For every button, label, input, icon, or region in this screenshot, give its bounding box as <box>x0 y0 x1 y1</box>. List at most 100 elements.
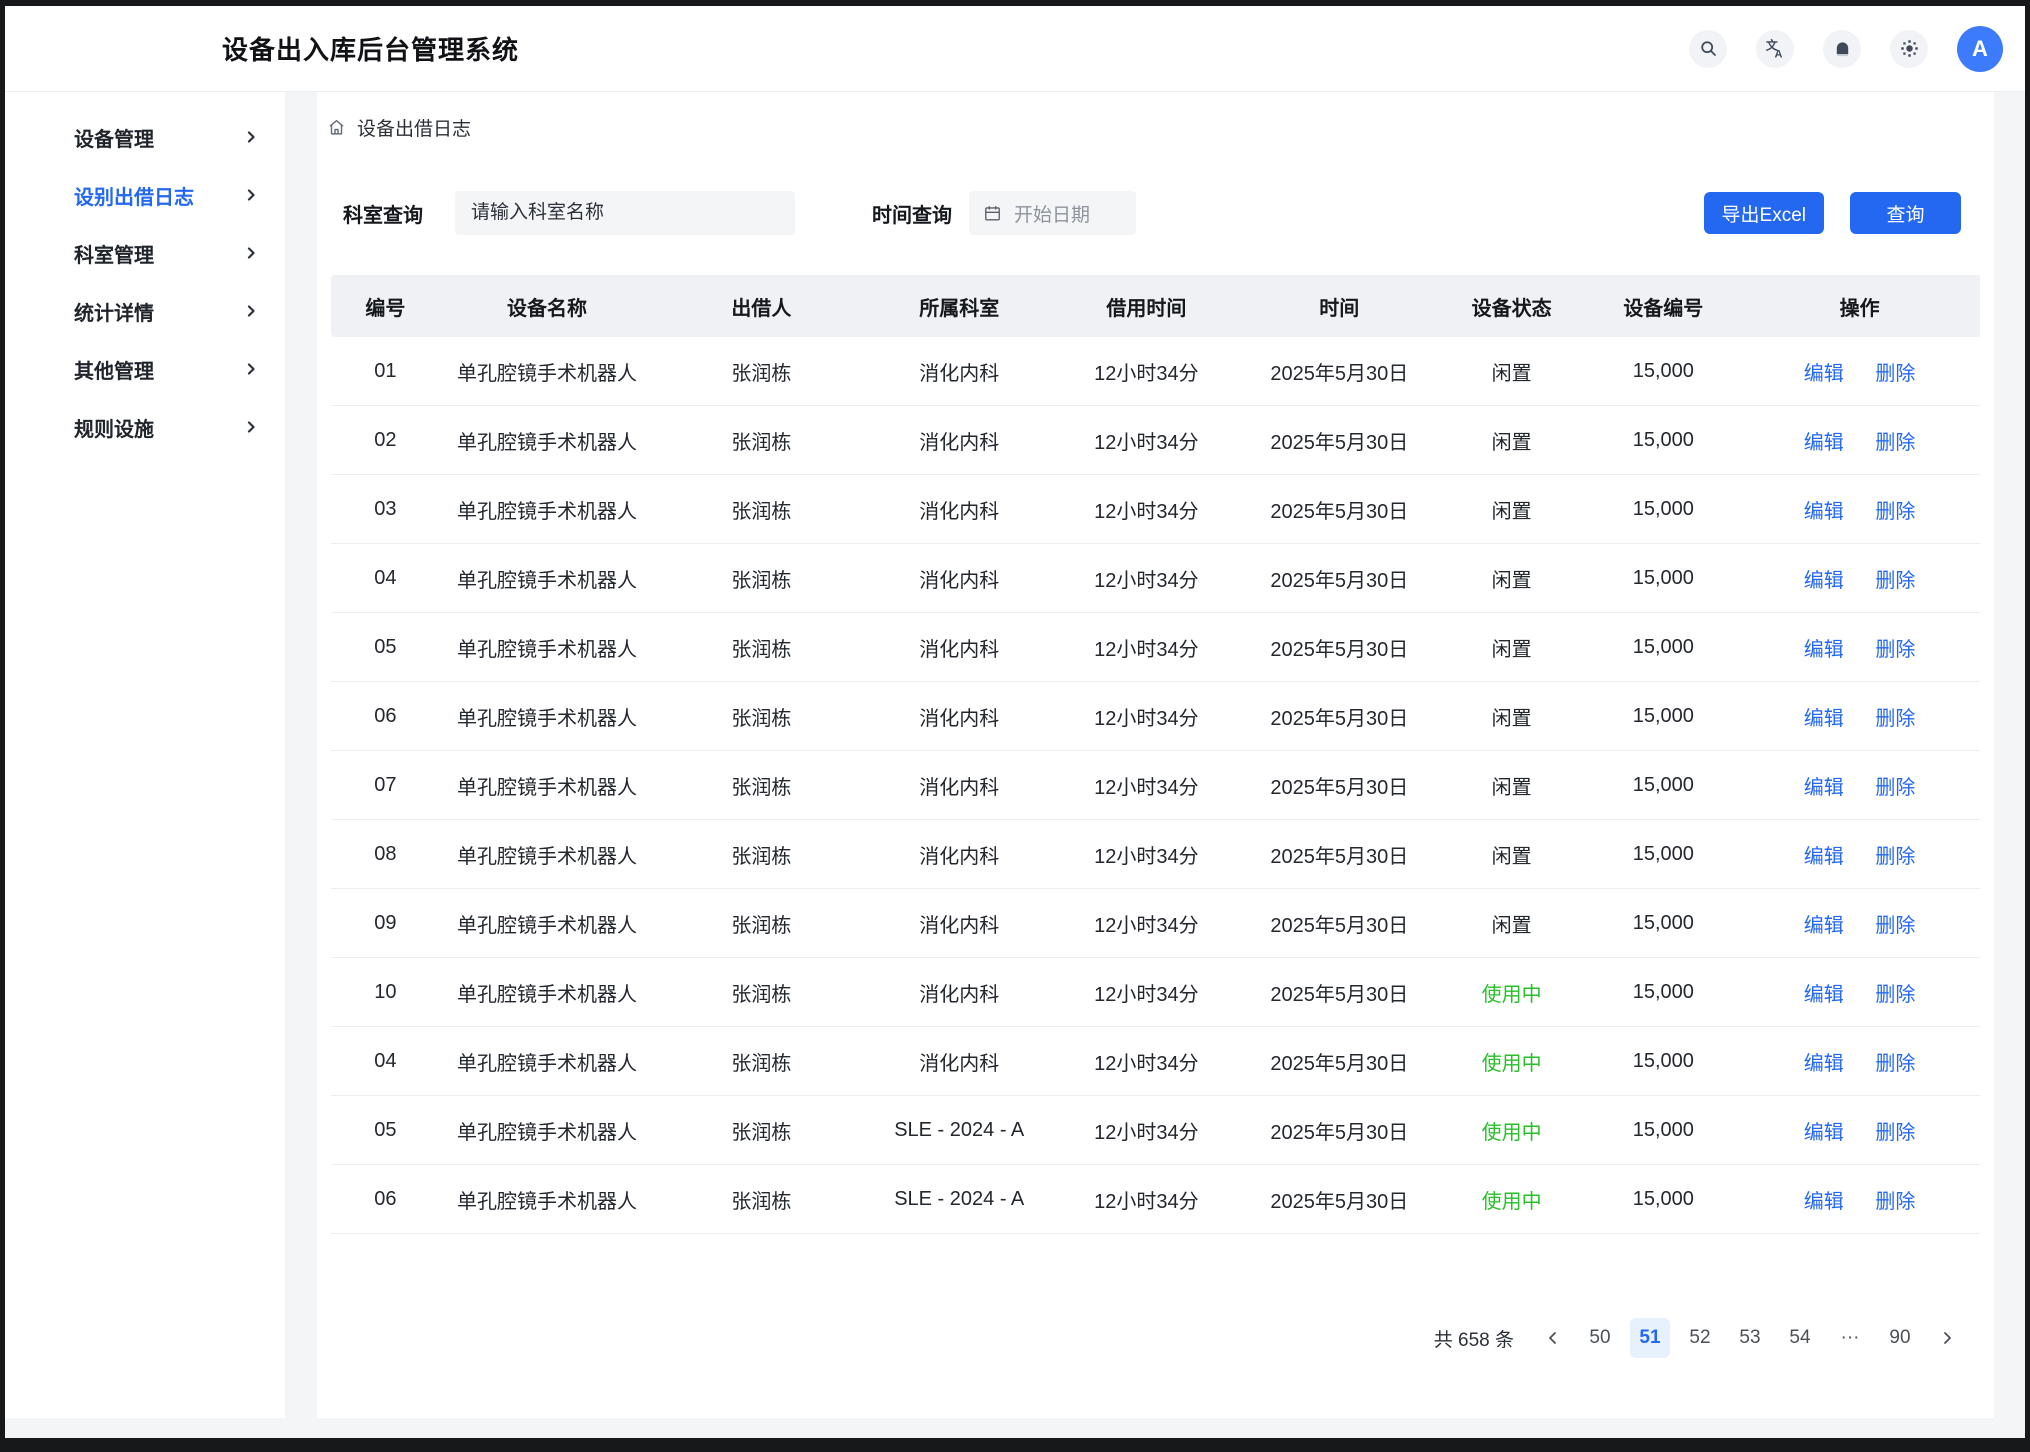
page-button[interactable]: 54 <box>1780 1318 1820 1358</box>
sidebar-item[interactable]: 其他管理 <box>5 347 258 391</box>
svg-text:A: A <box>1775 48 1783 59</box>
edit-link[interactable]: 编辑 <box>1804 1053 1844 1075</box>
chevron-right-icon <box>244 420 258 434</box>
cell-borrower: 张润栋 <box>654 1027 868 1096</box>
column-header: 操作 <box>1739 275 1980 337</box>
main-layout: 设备管理 设别出借日志 科室管理 统计详情 <box>5 92 2025 1438</box>
cell-duration: 12小时34分 <box>1050 820 1243 889</box>
page-button[interactable]: 50 <box>1580 1318 1620 1358</box>
notifications-icon <box>1832 38 1853 59</box>
sidebar-item[interactable]: 设备管理 <box>5 115 258 159</box>
cell-duration: 12小时34分 <box>1050 1027 1243 1096</box>
cell-dept: 消化内科 <box>869 889 1050 958</box>
translate-button[interactable]: 文A <box>1756 30 1794 68</box>
page-button[interactable]: 90 <box>1880 1318 1920 1358</box>
table-body: 01 单孔腔镜手术机器人 张润栋 消化内科 12小时34分 2025年5月30日… <box>331 337 1980 1234</box>
edit-link[interactable]: 编辑 <box>1804 777 1844 799</box>
breadcrumb-label: 设备出借日志 <box>357 114 471 141</box>
cell-code: 15,000 <box>1587 889 1739 958</box>
avatar[interactable]: A <box>1957 26 2003 72</box>
delete-link[interactable]: 删除 <box>1875 639 1915 661</box>
cell-date: 2025年5月30日 <box>1243 682 1436 751</box>
delete-link[interactable]: 删除 <box>1875 432 1915 454</box>
edit-link[interactable]: 编辑 <box>1804 639 1844 661</box>
theme-icon <box>1899 38 1920 59</box>
cell-dept: 消化内科 <box>869 337 1050 406</box>
query-button[interactable]: 查询 <box>1850 192 1961 234</box>
edit-link[interactable]: 编辑 <box>1804 570 1844 592</box>
top-bar: 设备出入库后台管理系统 文A <box>5 6 2025 92</box>
cell-duration: 12小时34分 <box>1050 544 1243 613</box>
cell-code: 15,000 <box>1587 1096 1739 1165</box>
prev-page-button[interactable] <box>1536 1320 1570 1356</box>
cell-status: 闲置 <box>1436 544 1588 613</box>
cell-borrower: 张润栋 <box>654 544 868 613</box>
cell-device: 单孔腔镜手术机器人 <box>440 613 654 682</box>
delete-link[interactable]: 删除 <box>1875 846 1915 868</box>
chevron-right-icon <box>244 246 258 260</box>
edit-link[interactable]: 编辑 <box>1804 1191 1844 1213</box>
edit-link[interactable]: 编辑 <box>1804 915 1844 937</box>
column-header: 借用时间 <box>1050 275 1243 337</box>
column-header: 编号 <box>331 275 440 337</box>
cell-device: 单孔腔镜手术机器人 <box>440 820 654 889</box>
sidebar-item[interactable]: 统计详情 <box>5 289 258 333</box>
cell-actions: 编辑 删除 <box>1739 475 1980 544</box>
page-button[interactable]: 52 <box>1680 1318 1720 1358</box>
cell-device: 单孔腔镜手术机器人 <box>440 1027 654 1096</box>
delete-link[interactable]: 删除 <box>1875 363 1915 385</box>
filter-bar: 科室查询 时间查询 开始日期 导出Excel 查询 <box>343 191 1961 235</box>
cell-date: 2025年5月30日 <box>1243 406 1436 475</box>
cell-duration: 12小时34分 <box>1050 406 1243 475</box>
cell-code: 15,000 <box>1587 613 1739 682</box>
delete-link[interactable]: 删除 <box>1875 1122 1915 1144</box>
table-row: 06 单孔腔镜手术机器人 张润栋 消化内科 12小时34分 2025年5月30日… <box>331 682 1980 751</box>
sidebar-item[interactable]: 科室管理 <box>5 231 258 275</box>
app-window: 设备出入库后台管理系统 文A <box>5 6 2025 1438</box>
page-button[interactable]: 53 <box>1730 1318 1770 1358</box>
export-excel-button[interactable]: 导出Excel <box>1704 192 1824 234</box>
search-button[interactable] <box>1689 30 1727 68</box>
edit-link[interactable]: 编辑 <box>1804 363 1844 385</box>
cell-status: 闲置 <box>1436 337 1588 406</box>
delete-link[interactable]: 删除 <box>1875 570 1915 592</box>
chevron-right-icon <box>244 188 258 202</box>
sidebar-item[interactable]: 规则设施 <box>5 405 258 449</box>
theme-button[interactable] <box>1890 30 1928 68</box>
breadcrumb[interactable]: 设备出借日志 <box>317 92 471 141</box>
edit-link[interactable]: 编辑 <box>1804 984 1844 1006</box>
cell-borrower: 张润栋 <box>654 406 868 475</box>
cell-device: 单孔腔镜手术机器人 <box>440 406 654 475</box>
delete-link[interactable]: 删除 <box>1875 501 1915 523</box>
edit-link[interactable]: 编辑 <box>1804 1122 1844 1144</box>
delete-link[interactable]: 删除 <box>1875 915 1915 937</box>
delete-link[interactable]: 删除 <box>1875 708 1915 730</box>
delete-link[interactable]: 删除 <box>1875 984 1915 1006</box>
notifications-button[interactable] <box>1823 30 1861 68</box>
page-button[interactable]: ··· <box>1830 1318 1870 1358</box>
table-row: 07 单孔腔镜手术机器人 张润栋 消化内科 12小时34分 2025年5月30日… <box>331 751 1980 820</box>
cell-code: 15,000 <box>1587 751 1739 820</box>
start-date-picker[interactable]: 开始日期 <box>969 191 1136 235</box>
date-placeholder: 开始日期 <box>1014 200 1090 227</box>
delete-link[interactable]: 删除 <box>1875 1191 1915 1213</box>
sidebar-item[interactable]: 设别出借日志 <box>5 173 258 217</box>
page-button[interactable]: 51 <box>1630 1318 1670 1358</box>
dept-search-input[interactable] <box>455 191 795 235</box>
cell-borrower: 张润栋 <box>654 337 868 406</box>
time-filter-label: 时间查询 <box>872 199 952 228</box>
delete-link[interactable]: 删除 <box>1875 1053 1915 1075</box>
cell-duration: 12小时34分 <box>1050 682 1243 751</box>
edit-link[interactable]: 编辑 <box>1804 846 1844 868</box>
next-page-button[interactable] <box>1930 1320 1964 1356</box>
table-row: 04 单孔腔镜手术机器人 张润栋 消化内科 12小时34分 2025年5月30日… <box>331 544 1980 613</box>
edit-link[interactable]: 编辑 <box>1804 708 1844 730</box>
table-row: 10 单孔腔镜手术机器人 张润栋 消化内科 12小时34分 2025年5月30日… <box>331 958 1980 1027</box>
delete-link[interactable]: 删除 <box>1875 777 1915 799</box>
column-header: 所属科室 <box>869 275 1050 337</box>
edit-link[interactable]: 编辑 <box>1804 501 1844 523</box>
cell-actions: 编辑 删除 <box>1739 958 1980 1027</box>
chevron-left-icon <box>1545 1330 1561 1346</box>
cell-device: 单孔腔镜手术机器人 <box>440 682 654 751</box>
edit-link[interactable]: 编辑 <box>1804 432 1844 454</box>
